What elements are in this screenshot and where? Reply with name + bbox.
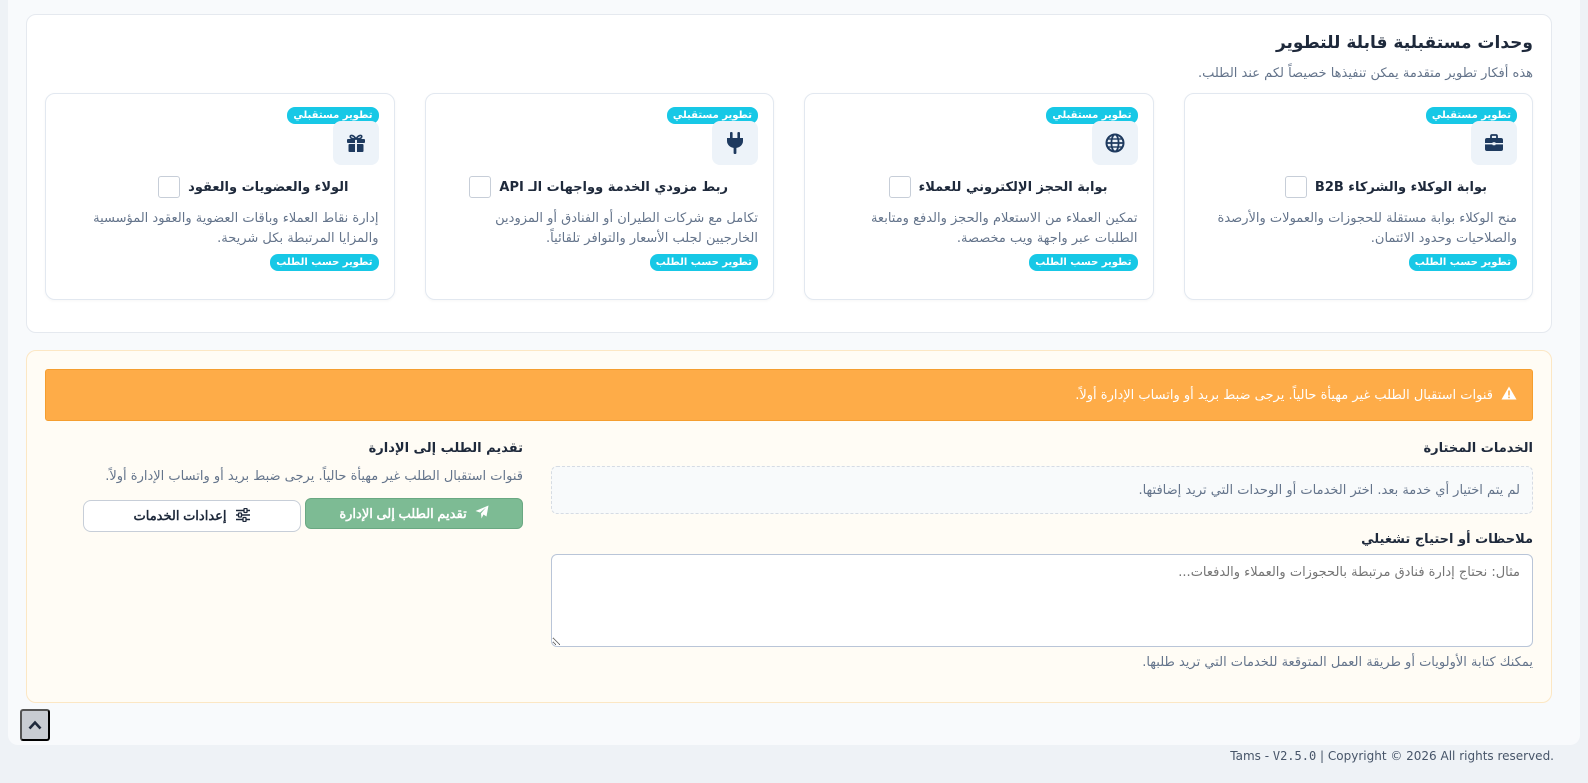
module-checkbox[interactable] <box>158 176 181 198</box>
submit-actions: تقديم الطلب إلى الإدارة إعدادات الخدمات <box>83 498 523 532</box>
on-request-badge: تطوير حسب الطلب <box>1408 254 1517 271</box>
submit-status-text: قنوات استقبال الطلب غير مهيأة حالياً. ير… <box>105 469 523 484</box>
request-form: الخدمات المختارة لم يتم اختيار أي خدمة ب… <box>551 441 1533 670</box>
module-card-b2b: تطوير مستقبلي بوابة الوكلاء والشركاء B2B… <box>1183 93 1533 300</box>
modules-list: تطوير مستقبلي بوابة الوكلاء والشركاء B2B… <box>45 93 1533 300</box>
sliders-icon <box>235 507 251 525</box>
future-modules-card: وحدات مستقبلية قابلة للتطوير هذه أفكار ت… <box>26 14 1552 333</box>
module-checkbox[interactable] <box>469 176 492 198</box>
submit-request-button[interactable]: تقديم الطلب إلى الإدارة <box>305 498 523 529</box>
module-title: ربط مزودي الخدمة وواجهات الـ API <box>499 179 728 195</box>
module-description: تمكين العملاء من الاستعلام والحجز والدفع… <box>870 211 1138 246</box>
paper-plane-icon <box>475 505 489 522</box>
channels-warning-alert: قنوات استقبال الطلب غير مهيأة حالياً. ير… <box>45 369 1533 421</box>
submit-request-label: تقديم الطلب إلى الإدارة <box>339 505 467 521</box>
module-select-booking-portal[interactable]: بوابة الحجز الإلكتروني للعملاء <box>888 176 1108 198</box>
future-modules-subtitle: هذه أفكار تطوير متقدمة يمكن تنفيذها خصيص… <box>1197 66 1533 81</box>
on-request-badge: تطوير حسب الطلب <box>1029 254 1138 271</box>
module-checkbox[interactable] <box>888 176 911 198</box>
module-description: منح الوكلاء بوابة مستقلة للحجوزات والعمو… <box>1217 211 1517 246</box>
footer-copyright: | Copyright © 2026 All rights reserved. <box>1316 749 1554 763</box>
footer-version: V2.5.0 <box>1272 749 1317 763</box>
module-title: بوابة الحجز الإلكتروني للعملاء <box>918 179 1108 195</box>
submit-section: تقديم الطلب إلى الإدارة قنوات استقبال ال… <box>83 441 523 532</box>
footer: Tams - V2.5.0 | Copyright © 2026 All rig… <box>1230 749 1554 763</box>
selected-services-empty: لم يتم اختيار أي خدمة بعد. اختر الخدمات … <box>1138 482 1520 498</box>
submit-title: تقديم الطلب إلى الإدارة <box>368 441 523 456</box>
footer-brand: Tams - <box>1230 749 1273 763</box>
notes-label: ملاحظات أو احتياج تشغيلي <box>1361 532 1533 547</box>
future-modules-title: وحدات مستقبلية قابلة للتطوير <box>1275 33 1533 53</box>
module-title: الولاء والعضويات والعقود <box>188 179 349 195</box>
on-request-badge: تطوير حسب الطلب <box>270 254 379 271</box>
gift-icon <box>332 121 379 165</box>
service-request-panel: قنوات استقبال الطلب غير مهيأة حالياً. ير… <box>26 350 1552 703</box>
notes-hint: يمكنك كتابة الأولويات أو طريقة العمل الم… <box>1142 655 1533 670</box>
on-request-badge: تطوير حسب الطلب <box>649 254 758 271</box>
module-card-booking-portal: تطوير مستقبلي بوابة الحجز الإلكتروني للع… <box>804 93 1154 300</box>
module-checkbox[interactable] <box>1284 176 1307 198</box>
module-title: بوابة الوكلاء والشركاء B2B <box>1314 179 1487 195</box>
services-settings-label: إعدادات الخدمات <box>133 508 227 523</box>
selected-services-label: الخدمات المختارة <box>1423 441 1533 456</box>
module-select-b2b[interactable]: بوابة الوكلاء والشركاء B2B <box>1284 176 1487 198</box>
page: وحدات مستقبلية قابلة للتطوير هذه أفكار ت… <box>8 0 1580 745</box>
plug-icon <box>712 121 758 165</box>
scroll-to-top-button[interactable] <box>20 709 50 741</box>
selected-services-box: لم يتم اختيار أي خدمة بعد. اختر الخدمات … <box>551 466 1533 514</box>
globe-icon <box>1091 121 1138 165</box>
module-description: إدارة نقاط العملاء وباقات العضوية والعقو… <box>93 211 379 246</box>
module-select-api[interactable]: ربط مزودي الخدمة وواجهات الـ API <box>469 176 728 198</box>
chevron-up-icon <box>28 718 42 733</box>
module-card-api: تطوير مستقبلي ربط مزودي الخدمة وواجهات ا… <box>424 93 774 300</box>
alert-text: قنوات استقبال الطلب غير مهيأة حالياً. ير… <box>1075 387 1493 403</box>
module-select-loyalty[interactable]: الولاء والعضويات والعقود <box>158 176 349 198</box>
warning-icon <box>1501 386 1517 404</box>
briefcase-icon <box>1471 121 1517 165</box>
notes-textarea[interactable] <box>551 554 1533 647</box>
services-settings-button[interactable]: إعدادات الخدمات <box>83 500 301 532</box>
module-description: تكامل مع شركات الطيران أو الفنادق أو الم… <box>495 211 758 246</box>
module-card-loyalty: تطوير مستقبلي الولاء والعضويات والعقود إ… <box>45 93 395 300</box>
